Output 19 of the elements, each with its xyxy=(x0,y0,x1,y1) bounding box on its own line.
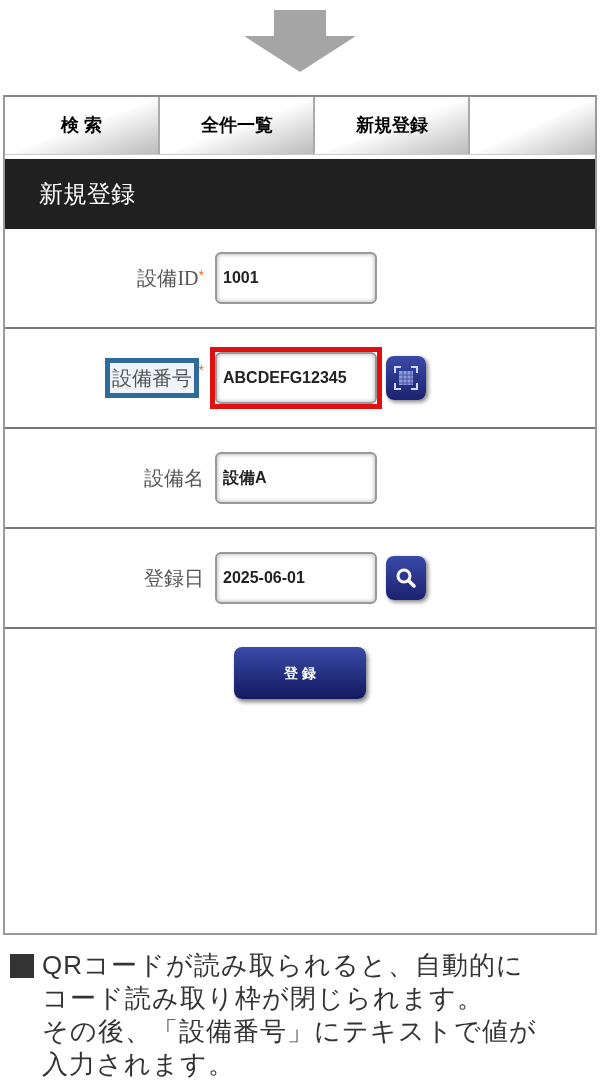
text-field[interactable]: 設備A xyxy=(215,452,377,504)
text-field[interactable]: 2025-06-01 xyxy=(215,552,377,604)
text-field[interactable]: ABCDEFG12345 xyxy=(215,352,377,404)
text-field[interactable]: 1001 xyxy=(215,252,377,304)
section-title: 新規登録 xyxy=(39,180,135,209)
qr-scan-icon xyxy=(393,365,419,391)
qr-scan-button[interactable] xyxy=(386,356,426,400)
search-button[interactable] xyxy=(386,556,426,600)
required-mark: * xyxy=(198,361,204,380)
bullet-square xyxy=(10,954,34,978)
down-arrow-icon xyxy=(244,10,356,72)
caption-text: QRコードが読み取られると、自動的に コード読み取り枠が閉じられます。 その後、「設備番号」にテキストで値が 入力されます。 xyxy=(42,949,537,1081)
field-label: 設備ID xyxy=(137,266,199,291)
field-label: 設備番号 xyxy=(104,358,199,398)
field-label: 登録日 xyxy=(144,566,204,591)
field-label: 設備名 xyxy=(144,466,204,491)
search-icon xyxy=(395,567,417,589)
required-mark: * xyxy=(198,266,204,283)
register-button[interactable]: 登 録 xyxy=(234,647,366,699)
